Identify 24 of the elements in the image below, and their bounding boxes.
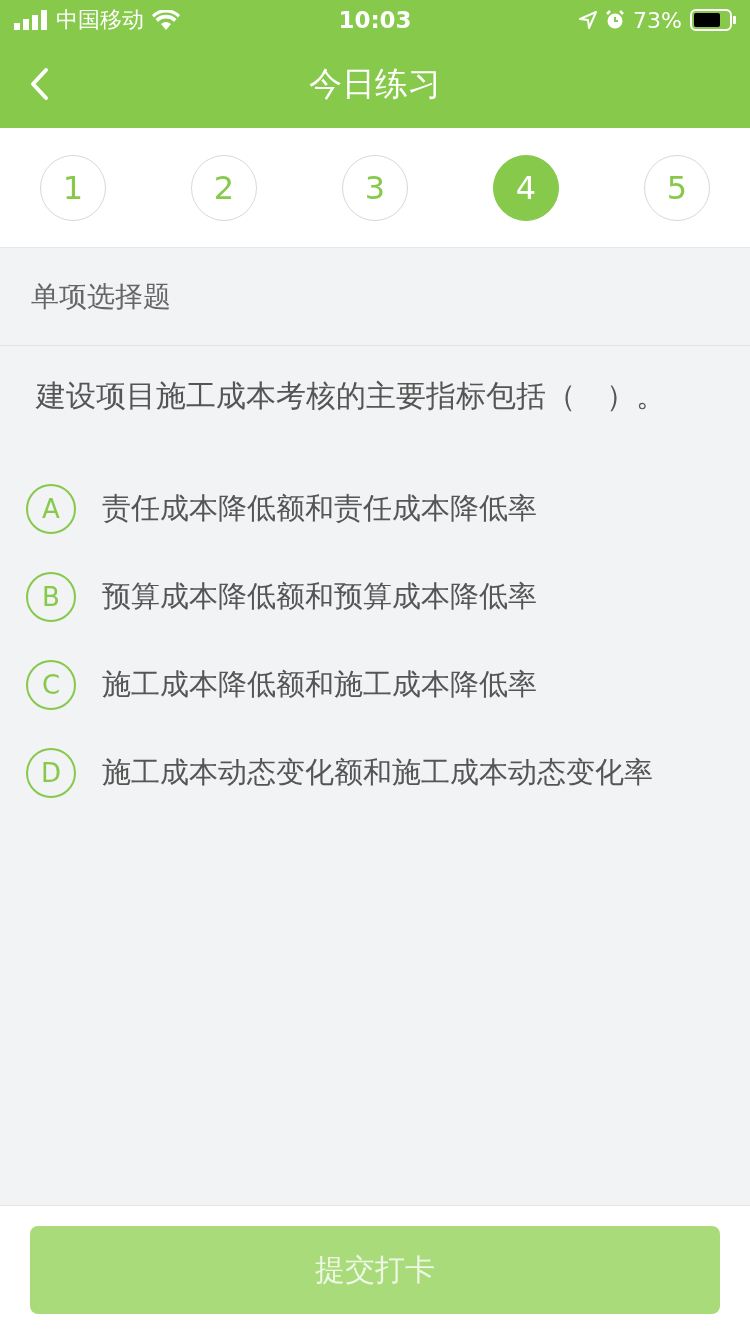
- carrier-name: 中国移动: [56, 6, 144, 34]
- question-number-tab[interactable]: 5: [644, 154, 710, 221]
- question-number-tab[interactable]: 1: [40, 154, 106, 221]
- option-letter-circle[interactable]: A: [26, 484, 76, 534]
- question-number-tab[interactable]: 2: [191, 154, 257, 221]
- option-text[interactable]: 施工成本降低额和施工成本降低率: [102, 665, 537, 705]
- option-text[interactable]: 施工成本动态变化额和施工成本动态变化率: [102, 753, 653, 793]
- wifi-icon: [152, 10, 180, 30]
- alarm-clock-icon: [605, 10, 626, 30]
- question-number-tab[interactable]: 4: [493, 154, 559, 221]
- battery-icon: [690, 9, 736, 31]
- option-text[interactable]: 责任成本降低额和责任成本降低率: [102, 489, 537, 529]
- option-text[interactable]: 预算成本降低额和预算成本降低率: [102, 577, 537, 617]
- signal-icon: [14, 10, 48, 30]
- location-arrow-icon: [579, 11, 598, 29]
- question-text: 建设项目施工成本考核的主要指标包括（ ）。: [36, 378, 666, 413]
- page-title: 今日练习: [309, 62, 441, 105]
- clock-time: 10:03: [338, 7, 412, 33]
- question-number-tab[interactable]: 3: [342, 154, 408, 221]
- option-letter-circle[interactable]: D: [26, 748, 76, 798]
- section-title: 单项选择题: [31, 278, 171, 315]
- option-letter-circle[interactable]: B: [26, 572, 76, 622]
- option-letter-circle[interactable]: C: [26, 660, 76, 710]
- battery-percent: 73%: [633, 7, 682, 33]
